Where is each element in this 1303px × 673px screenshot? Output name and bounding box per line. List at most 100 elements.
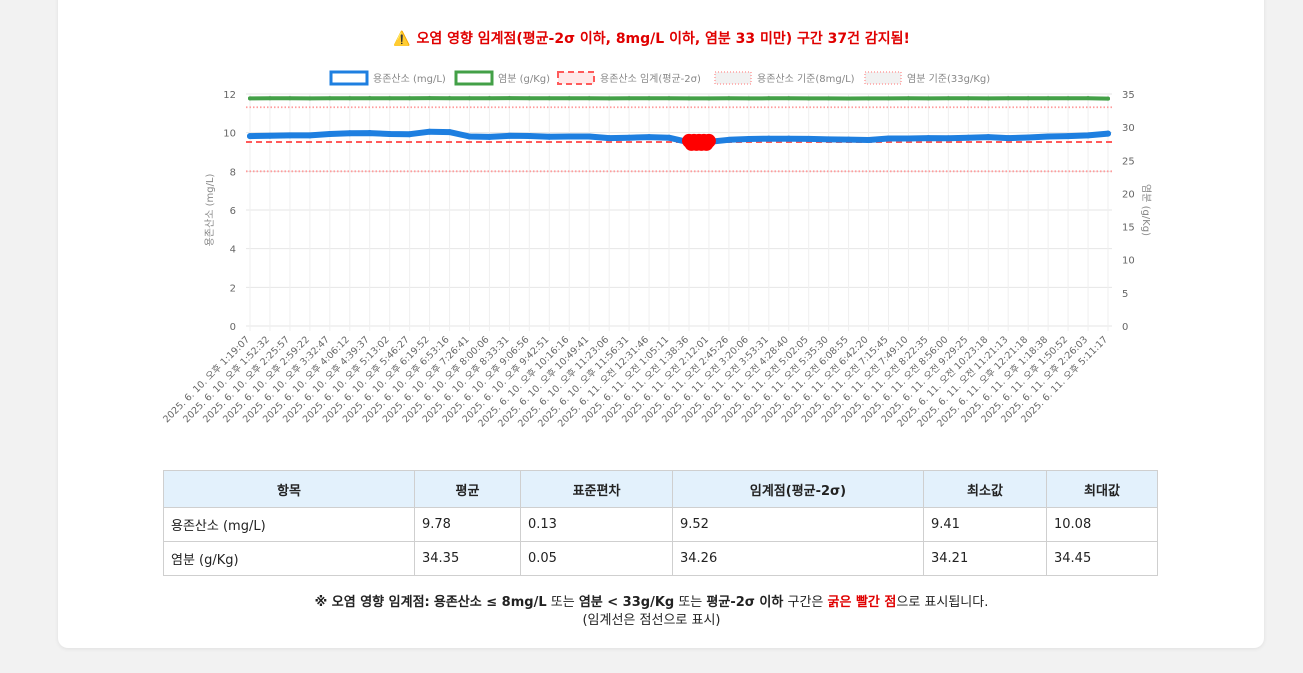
data-point <box>646 134 653 141</box>
legend-label: 염분 (g/Kg) <box>498 73 550 85</box>
data-point <box>307 96 312 101</box>
data-point <box>406 131 413 138</box>
data-point <box>366 130 373 137</box>
table-cell: 9.78 <box>414 507 521 542</box>
legend-label: 용존산소 임계(평균-2σ) <box>600 72 701 85</box>
data-point <box>765 135 772 142</box>
table-cell: 34.35 <box>414 541 521 576</box>
data-point <box>1065 133 1072 140</box>
note-text: 으로 표시됩니다. <box>896 595 989 610</box>
line-chart: 용존산소 (mg/L) 염분 (g/Kg) 용존산소 임계(평균-2σ) 용존산소 기… <box>161 70 1152 430</box>
data-point <box>327 96 332 101</box>
data-point <box>587 96 592 101</box>
table-cell: 10.08 <box>1046 507 1158 542</box>
table-cell: 34.45 <box>1046 541 1158 576</box>
table-row: 염분 (g/Kg) 34.35 0.05 34.26 34.21 34.45 <box>163 541 1158 576</box>
table-header: 최소값 <box>923 470 1047 508</box>
data-point <box>706 96 711 101</box>
x-tick-labels: 2025. 6. 10. 오후 1:19:072025. 6. 10. 오후 1… <box>161 334 1110 429</box>
data-point <box>1106 96 1110 101</box>
data-point <box>486 133 493 140</box>
y-right-tick-label: 10 <box>1122 256 1135 267</box>
data-point <box>966 96 971 101</box>
data-point <box>466 133 473 140</box>
data-point <box>547 96 552 101</box>
legend-label: 염분 기준(33g/Kg) <box>907 73 990 85</box>
data-point <box>846 96 851 101</box>
data-point <box>786 96 791 101</box>
data-point <box>566 133 573 140</box>
table-header-row: 항목 평균 표준편차 임계점(평균-2σ) 최소값 최대값 <box>163 470 1158 508</box>
table-cell: 34.26 <box>672 541 924 576</box>
data-point <box>306 132 313 139</box>
data-point <box>766 96 771 101</box>
data-point <box>567 96 572 101</box>
data-point <box>347 96 352 101</box>
y-left-axis-label: 용존산소 (mg/L) <box>204 173 216 246</box>
table-cell: 34.21 <box>923 541 1047 576</box>
data-point <box>606 135 613 142</box>
data-point <box>426 128 433 135</box>
data-point <box>667 96 672 101</box>
table-cell: 용존산소 (mg/L) <box>163 507 415 542</box>
data-point <box>905 135 912 142</box>
data-point <box>326 131 333 138</box>
y-right-tick-label: 35 <box>1122 90 1135 101</box>
data-point <box>647 96 652 101</box>
note-condition: 평균-2σ 이하 <box>706 595 784 610</box>
y-right-tick-label: 30 <box>1122 123 1135 134</box>
data-point <box>946 96 951 101</box>
y-right-tick-label: 20 <box>1122 189 1135 200</box>
data-point <box>985 134 992 141</box>
chart-legend: 용존산소 (mg/L) 염분 (g/Kg) 용존산소 임계(평균-2σ) 용존산소 기… <box>329 70 990 86</box>
data-point <box>945 135 952 142</box>
data-point <box>1045 133 1052 140</box>
data-point <box>785 135 792 142</box>
note-condition: 염분 < 33g/Kg <box>578 595 675 610</box>
chart-axes: 0 2 4 6 8 10 12 0 5 10 15 20 25 30 35 용존산소 (mg/L) 염분 (g/… <box>204 90 1152 333</box>
y-right-tick-label: 5 <box>1122 289 1128 300</box>
data-point <box>407 96 412 101</box>
y-left-tick-label: 10 <box>223 129 236 140</box>
series-line <box>247 128 1111 146</box>
legend-label: 용존산소 (mg/L) <box>373 73 446 85</box>
data-point <box>607 96 612 101</box>
note-or: 또는 <box>678 595 703 610</box>
data-point <box>1006 96 1011 101</box>
legend-swatch <box>557 71 595 85</box>
table-cell: 0.13 <box>520 507 673 542</box>
data-point <box>427 96 432 101</box>
legend-swatch <box>329 70 369 86</box>
y-right-tick-label: 25 <box>1122 156 1135 167</box>
data-point <box>906 96 911 101</box>
legend-swatch <box>864 71 902 85</box>
data-point <box>866 96 871 101</box>
data-point <box>507 96 512 101</box>
data-point <box>387 96 392 101</box>
data-point <box>965 134 972 141</box>
data-point <box>1085 132 1092 139</box>
footnote-line-1: ※ 오염 영향 임계점: 용존산소 ≤ 8mg/L 또는 염분 < 33g/Kg… <box>0 594 1303 612</box>
data-point <box>266 132 273 139</box>
data-point <box>1105 130 1111 137</box>
data-point <box>726 96 731 101</box>
data-point <box>666 134 673 141</box>
data-point <box>386 131 393 138</box>
data-point <box>1066 96 1071 101</box>
data-point <box>506 132 513 139</box>
data-point <box>826 96 831 101</box>
data-point <box>806 96 811 101</box>
note-or: 또는 <box>550 595 575 610</box>
chart-grid <box>246 93 1112 331</box>
data-point <box>686 96 691 101</box>
data-point <box>546 133 553 140</box>
data-point <box>487 96 492 101</box>
note-highlight: 굵은 빨간 점 <box>827 595 897 610</box>
data-point <box>286 132 293 139</box>
table-header: 표준편차 <box>520 470 673 508</box>
series-line <box>248 96 1110 101</box>
table-header: 항목 <box>163 470 415 508</box>
table-row: 용존산소 (mg/L) 9.78 0.13 9.52 9.41 10.08 <box>163 507 1158 542</box>
data-point <box>1046 96 1051 101</box>
y-left-tick-label: 4 <box>230 245 236 256</box>
